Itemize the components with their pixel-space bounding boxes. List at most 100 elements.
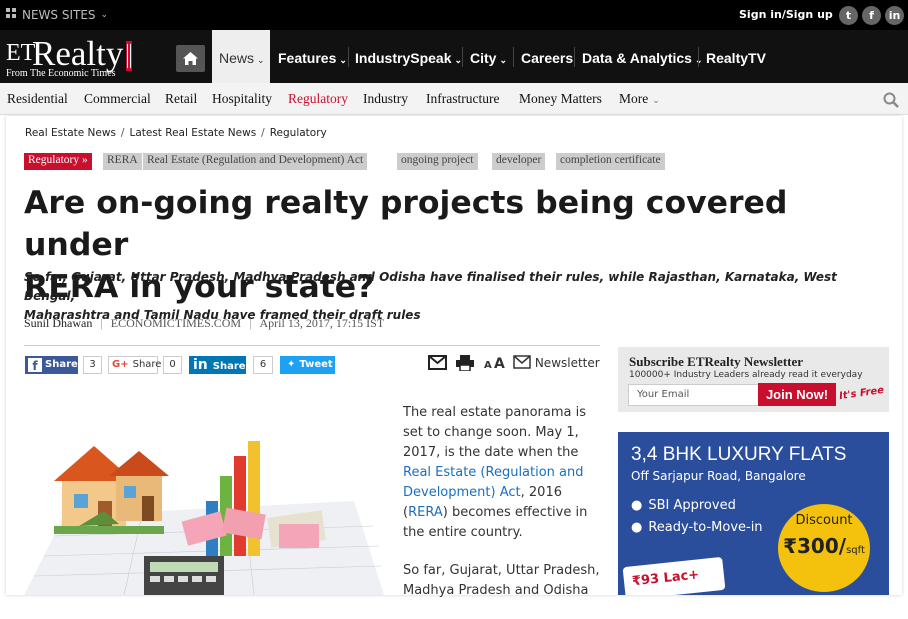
newsletter-signup-box: Subscribe ETRealty Newsletter 100000+ In… — [618, 347, 889, 412]
nav-features-label: Features — [278, 50, 337, 66]
its-free-label: It's Free — [838, 384, 885, 403]
news-sites-menu[interactable]: NEWS SITES ⌄ — [6, 8, 108, 22]
breadcrumb-regulatory[interactable]: Regulatory — [270, 127, 327, 139]
newsletter-link[interactable]: Newsletter — [513, 355, 600, 370]
subnav-more[interactable]: More ⌄ — [619, 91, 660, 107]
facebook-share-label: Share — [45, 359, 78, 370]
article-image — [24, 406, 384, 595]
author-name[interactable]: Sunil Dhawan — [24, 316, 92, 330]
chevron-down-icon: ⌄ — [454, 55, 463, 65]
google-plus-share-count: 0 — [163, 356, 182, 374]
nav-realtytv-label: RealtyTV — [706, 50, 766, 66]
nav-city-label: City — [470, 50, 497, 66]
ad-bullet-text: SBI Approved — [648, 498, 736, 513]
chevron-down-icon: ⌄ — [652, 95, 660, 105]
linkedin-icon[interactable]: in — [885, 6, 904, 25]
sign-in-link[interactable]: Sign in/Sign up — [739, 8, 833, 21]
facebook-share-count: 3 — [83, 356, 102, 374]
nav-divider — [574, 47, 575, 67]
facebook-icon[interactable]: f — [862, 6, 881, 25]
nav-divider — [348, 47, 349, 67]
synopsis-line: So far, Gujarat, Uttar Pradesh, Madhya P… — [24, 270, 837, 303]
nav-realtytv[interactable]: RealtyTV — [706, 50, 766, 66]
bullet-icon: ● — [631, 498, 643, 513]
font-decrease-button[interactable]: A — [484, 360, 492, 371]
tag-rera-act[interactable]: Real Estate (Regulation and Development)… — [143, 153, 368, 170]
chevron-down-icon: ⌄ — [499, 55, 507, 65]
tag-ongoing-project[interactable]: ongoing project — [397, 153, 478, 170]
google-plus-share-button[interactable]: G+ Share — [108, 356, 161, 374]
nav-careers[interactable]: Careers — [521, 50, 573, 66]
subnav-money-matters[interactable]: Money Matters — [519, 91, 602, 107]
google-plus-icon: G+ — [112, 359, 129, 370]
google-plus-share-label: Share — [132, 359, 162, 370]
ad-title: 3,4 BHK LUXURY FLATS — [631, 444, 847, 465]
subnav-industry[interactable]: Industry — [363, 91, 408, 107]
rera-link[interactable]: RERA — [408, 505, 443, 520]
font-increase-button[interactable]: A — [494, 356, 505, 372]
breadcrumb-separator: / — [261, 127, 265, 139]
top-bar: NEWS SITES ⌄ Sign in/Sign up t f in — [0, 0, 908, 30]
bullet-icon: ● — [631, 520, 643, 535]
subnav-retail[interactable]: Retail — [165, 91, 197, 107]
byline-separator: | — [249, 316, 252, 330]
subnav-hospitality[interactable]: Hospitality — [212, 91, 272, 107]
discount-label: Discount — [795, 513, 853, 528]
chevron-down-icon: ⌄ — [339, 55, 347, 65]
facebook-icon: f — [28, 358, 42, 373]
logo-tagline: From The Economic Times — [6, 68, 116, 79]
chevron-down-icon: ⌄ — [100, 10, 109, 20]
facebook-share-button[interactable]: f Share — [25, 356, 78, 374]
nav-divider — [462, 47, 463, 67]
ad-bullet: ● Ready-to-Move-in — [631, 520, 763, 535]
article-date: April 13, 2017, 17:15 IST — [259, 316, 385, 330]
nav-features[interactable]: Features ⌄ — [278, 50, 347, 66]
print-icon[interactable] — [456, 355, 474, 374]
join-now-button[interactable]: Join Now! — [758, 383, 836, 406]
nav-news[interactable]: News ⌄ — [212, 30, 270, 83]
tower-icon — [126, 41, 132, 71]
email-icon[interactable] — [428, 355, 447, 373]
nav-data-analytics[interactable]: Data & Analytics⌄ — [582, 50, 703, 66]
nav-city[interactable]: City ⌄ — [470, 50, 507, 66]
breadcrumb-latest-news[interactable]: Latest Real Estate News — [129, 127, 256, 139]
envelope-icon — [513, 355, 531, 369]
nav-divider — [698, 47, 699, 67]
tag-regulatory[interactable]: Regulatory » — [24, 153, 92, 170]
subnav-residential[interactable]: Residential — [7, 91, 68, 107]
nav-divider — [513, 47, 514, 67]
twitter-icon: ✦ — [287, 359, 296, 370]
linkedin-share-button[interactable]: in Share — [189, 356, 246, 374]
discount-badge: Discount ₹300/sqft — [778, 504, 870, 592]
home-icon — [183, 52, 198, 65]
search-icon[interactable] — [883, 92, 899, 108]
discount-amount: ₹300/ — [783, 534, 847, 558]
property-ad-banner[interactable]: 3,4 BHK LUXURY FLATS Off Sarjapur Road, … — [618, 432, 889, 595]
subnav-infrastructure[interactable]: Infrastructure — [426, 91, 499, 107]
linkedin-share-label: Share — [212, 361, 246, 372]
nav-industryspeak[interactable]: IndustrySpeak ⌄ — [355, 50, 462, 66]
article-paragraph: The real estate panorama is set to chang… — [403, 403, 603, 543]
main-nav: ET Realty From The Economic Times News ⌄ … — [0, 30, 908, 83]
headline-line: Are on-going realty projects being cover… — [24, 185, 788, 263]
subnav-more-label: More — [619, 91, 649, 106]
home-button[interactable] — [176, 45, 205, 72]
article-body: The real estate panorama is set to chang… — [403, 403, 603, 619]
newsletter-email-input[interactable]: Your Email — [628, 384, 774, 406]
tag-completion-certificate[interactable]: completion certificate — [556, 153, 665, 170]
twitter-icon[interactable]: t — [839, 6, 858, 25]
ad-subtitle: Off Sarjapur Road, Bangalore — [631, 469, 806, 483]
breadcrumb-separator: / — [120, 127, 125, 139]
discount-unit: sqft — [846, 545, 865, 556]
byline: Sunil Dhawan | ECONOMICTIMES.COM | April 13,… — [24, 316, 384, 331]
subnav-regulatory[interactable]: Regulatory — [288, 91, 348, 107]
tag-rera[interactable]: RERA — [103, 153, 142, 170]
subnav-commercial[interactable]: Commercial — [84, 91, 151, 107]
newsletter-label: Newsletter — [534, 356, 600, 370]
et-realty-logo[interactable]: ET Realty From The Economic Times — [6, 34, 151, 80]
byline-separator: | — [100, 316, 103, 330]
tag-developer[interactable]: developer — [492, 153, 546, 170]
breadcrumb-real-estate-news[interactable]: Real Estate News — [25, 127, 116, 139]
newsletter-subtitle: 100000+ Industry Leaders already read it… — [629, 370, 863, 380]
twitter-tweet-button[interactable]: ✦ Tweet — [280, 356, 335, 374]
